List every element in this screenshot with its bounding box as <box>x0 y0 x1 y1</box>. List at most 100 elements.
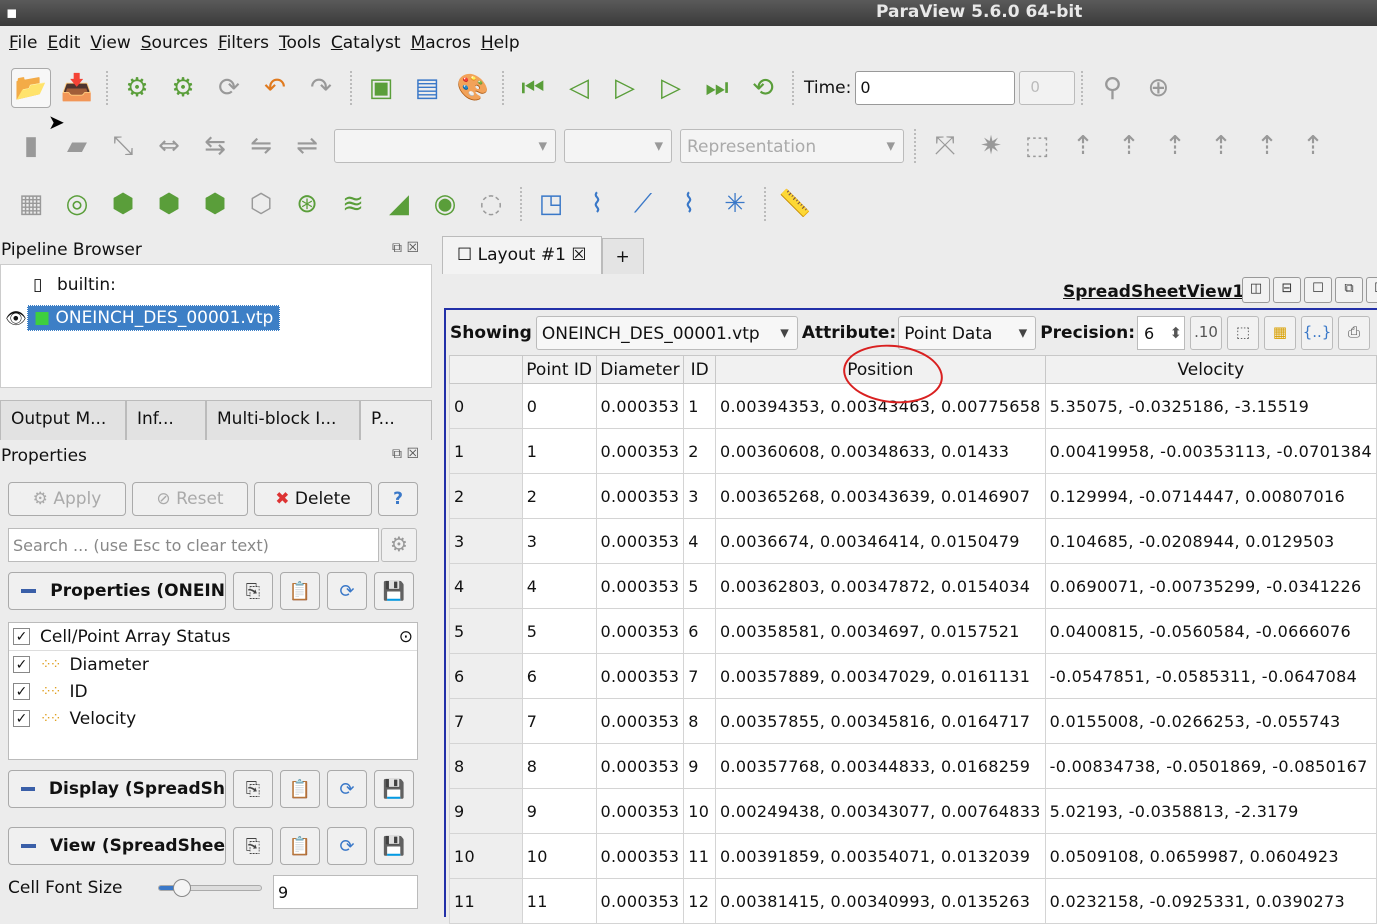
cell-font-size-slider[interactable] <box>158 879 262 897</box>
table-row[interactable]: 2 2 0.000353 3 0.00365268, 0.00343639, 0.014… <box>449 473 1377 519</box>
table-row[interactable]: 7 7 0.000353 8 0.00357855, 0.00345816, 0.016… <box>449 698 1377 744</box>
extract-level-icon[interactable]: ◌ <box>471 184 511 224</box>
table-cell[interactable]: 0.0036674, 0.00346414, 0.0150479 <box>715 518 1046 564</box>
undock-icon[interactable]: ⧉ <box>1335 277 1363 303</box>
table-cell[interactable]: 2 <box>683 428 716 474</box>
table-cell[interactable]: 0.000353 <box>595 788 685 834</box>
stream-tracer-icon[interactable]: ≋ <box>333 184 373 224</box>
undo-icon[interactable]: ↶ <box>255 68 295 108</box>
table-cell[interactable]: 11 <box>683 833 716 879</box>
menu-file[interactable]: File <box>9 33 37 53</box>
table-cell[interactable]: 0.0509108, 0.0659987, 0.0604923 <box>1044 833 1377 879</box>
menu-edit[interactable]: Edit <box>47 33 80 53</box>
table-cell[interactable]: 4 <box>521 563 597 609</box>
first-frame-icon[interactable]: ⏮ <box>513 68 553 108</box>
table-cell[interactable]: 0.00357768, 0.00344833, 0.0168259 <box>715 743 1046 789</box>
array-checkbox[interactable]: ✓ <box>13 683 30 700</box>
table-cell[interactable]: 0.00362803, 0.00347872, 0.0154034 <box>715 563 1046 609</box>
view-minus-z-icon[interactable]: ⇡ <box>1293 126 1333 166</box>
tab-output-messages[interactable]: Output M... <box>0 400 126 440</box>
table-cell[interactable]: 1 <box>683 383 716 429</box>
table-cell[interactable]: -0.0547851, -0.0585311, -0.0647084 <box>1044 653 1377 699</box>
glyph-icon[interactable]: ⊛ <box>287 184 327 224</box>
save-icon[interactable]: 💾 <box>374 827 414 865</box>
display-section-toggle[interactable]: Display (SpreadSh <box>8 770 226 808</box>
previous-frame-icon[interactable]: ◁ <box>559 68 599 108</box>
tab-information[interactable]: Inf... <box>126 400 206 440</box>
list-item[interactable]: ✓ ⁘⁘ Velocity <box>9 705 417 732</box>
row-header[interactable]: 4 <box>449 563 523 609</box>
clip-icon[interactable]: ⬢ <box>103 184 143 224</box>
row-header[interactable]: 0 <box>449 383 523 429</box>
table-cell[interactable]: 7 <box>521 698 597 744</box>
close-tab-icon[interactable]: ☒ <box>566 245 586 265</box>
table-cell[interactable]: 0.000353 <box>595 653 685 699</box>
table-row[interactable]: 1 1 0.000353 2 0.00360608, 0.00348633, 0.014… <box>449 428 1377 474</box>
table-cell[interactable]: 4 <box>683 518 716 564</box>
table-row[interactable]: 4 4 0.000353 5 0.00362803, 0.00347872, 0.015… <box>449 563 1377 609</box>
advanced-settings-icon[interactable]: ⚙ <box>381 528 417 562</box>
contour-icon[interactable]: ◎ <box>57 184 97 224</box>
table-cell[interactable]: 5.02193, -0.0358813, -2.3179 <box>1044 788 1377 834</box>
copy-icon[interactable]: ⎘ <box>233 770 273 808</box>
row-header[interactable]: 2 <box>449 473 523 519</box>
extract-selection-icon[interactable]: ◳ <box>531 184 571 224</box>
table-cell[interactable]: 0.000353 <box>595 833 685 879</box>
toggle-field-data-icon[interactable]: {..} <box>1301 316 1334 350</box>
add-camera-icon[interactable]: ⊕ <box>1138 68 1178 108</box>
table-cell[interactable]: 0.000353 <box>595 428 685 474</box>
table-cell[interactable]: 0.00391859, 0.00354071, 0.0132039 <box>715 833 1046 879</box>
loop-icon[interactable]: ⟲ <box>743 68 783 108</box>
table-row[interactable]: 3 3 0.000353 4 0.0036674, 0.00346414, 0.0150… <box>449 518 1377 564</box>
tab-layout-1[interactable]: ☐ Layout #1 ☒ <box>442 236 602 274</box>
table-row[interactable]: 8 8 0.000353 9 0.00357768, 0.00344833, 0.016… <box>449 743 1377 789</box>
camera-link-icon[interactable]: ⚲ <box>1092 68 1132 108</box>
rescale-visible-icon[interactable]: ⇌ <box>287 126 327 166</box>
row-header[interactable]: 5 <box>449 608 523 654</box>
table-cell[interactable]: 0.000353 <box>595 473 685 519</box>
time-input[interactable]: 0 <box>855 71 1016 105</box>
play-icon[interactable]: ▷ <box>605 68 645 108</box>
table-cell[interactable]: 0.00357855, 0.00345816, 0.0164717 <box>715 698 1046 744</box>
custom-range-icon[interactable]: ⇆ <box>195 126 235 166</box>
plot-data-icon[interactable]: ⌇ <box>669 184 709 224</box>
view-plus-x-icon[interactable]: ⇡ <box>1063 126 1103 166</box>
table-cell[interactable]: 0.0155008, -0.0266253, -0.055743 <box>1044 698 1377 744</box>
table-row[interactable]: 0 0 0.000353 1 0.00394353, 0.00343463, 0.007… <box>449 383 1377 429</box>
table-cell[interactable]: 5 <box>521 608 597 654</box>
table-cell[interactable]: 0.0690071, -0.00735299, -0.0341226 <box>1044 563 1377 609</box>
table-cell[interactable]: 8 <box>683 698 716 744</box>
representation-dropdown[interactable]: Representation <box>680 129 904 163</box>
array-checkbox[interactable]: ✓ <box>13 710 30 727</box>
table-cell[interactable]: 7 <box>683 653 716 699</box>
table-row[interactable]: 5 5 0.000353 6 0.00358581, 0.0034697, 0.0157… <box>449 608 1377 654</box>
save-icon[interactable]: 💾 <box>374 572 414 610</box>
table-cell[interactable]: 6 <box>521 653 597 699</box>
table-cell[interactable]: 10 <box>683 788 716 834</box>
sort-icon[interactable]: ⊙ <box>399 627 413 647</box>
table-cell[interactable]: 0.000353 <box>595 518 685 564</box>
probe-icon[interactable]: ✳ <box>715 184 755 224</box>
slider-handle[interactable] <box>173 879 191 897</box>
row-header[interactable]: 6 <box>449 653 523 699</box>
paste-icon[interactable]: 📋 <box>280 770 320 808</box>
list-item[interactable]: ✓ ⁘⁘ Diameter <box>9 651 417 678</box>
reset-button[interactable]: ⊘ Reset <box>132 482 248 516</box>
precision-spinbox[interactable]: 6 <box>1137 316 1186 350</box>
row-header[interactable]: 3 <box>449 518 523 564</box>
threshold-icon[interactable]: ⬢ <box>195 184 235 224</box>
delete-button[interactable]: ✖ Delete <box>254 482 372 516</box>
column-header-diameter[interactable]: Diameter <box>595 355 685 384</box>
help-button[interactable]: ? <box>378 482 418 516</box>
table-cell[interactable]: 0.000353 <box>595 698 685 744</box>
reload-icon[interactable]: ⟳ <box>327 770 367 808</box>
table-cell[interactable]: 0.00360608, 0.00348633, 0.01433 <box>715 428 1046 474</box>
time-step-spinbox[interactable]: 0 <box>1019 71 1076 105</box>
toggle-columns-icon[interactable]: ▦ <box>1264 316 1297 350</box>
export-spreadsheet-icon[interactable]: ⎙ <box>1338 316 1371 350</box>
table-cell[interactable]: 10 <box>521 833 597 879</box>
row-header[interactable]: 7 <box>449 698 523 744</box>
reset-camera-icon[interactable]: ⤧ <box>925 126 965 166</box>
view-name[interactable]: SpreadSheetView1 <box>1063 282 1244 302</box>
save-icon[interactable]: 💾 <box>374 770 414 808</box>
